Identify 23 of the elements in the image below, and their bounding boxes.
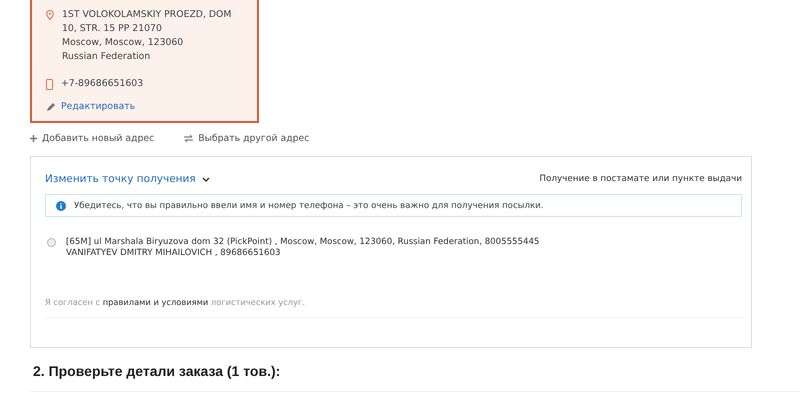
terms-text: Я согласен с правилами и условиями логистических услуг.	[45, 297, 742, 318]
phone-number: +7-89686651603	[61, 77, 144, 91]
pencil-icon	[46, 103, 55, 112]
phone-icon	[46, 79, 53, 90]
address-card[interactable]: 1ST VOLOKOLAMSKIY PROEZD, DOM 10, STR. 15 PP 21070 Moscow, Moscow, 123060 Russian Federation +7-89686651603 Редактировать	[30, 0, 259, 123]
location-pin-icon	[46, 10, 54, 20]
address-line: Russian Federation	[62, 50, 152, 64]
radio-button[interactable]	[47, 238, 56, 247]
swap-icon	[184, 134, 194, 142]
choose-address-link[interactable]: Выбрать другой адрес	[184, 132, 310, 144]
edit-link[interactable]: Редактировать	[61, 101, 136, 112]
change-pickup-link[interactable]: Изменить точку получения	[45, 173, 210, 185]
address-line: 1ST VOLOKOLAMSKIY PROEZD, DOM 10, STR. 15 PP 21070	[62, 8, 232, 36]
chevron-down-icon	[202, 176, 210, 182]
pickup-address-line: [65M] ul Marshala Biryuzova dom 32 (PickPoint) , Moscow, Moscow, 123060, Russian Federation, 8005555445	[66, 237, 540, 248]
add-address-link[interactable]: Добавить новый адрес	[30, 132, 154, 144]
address-line: Moscow, Moscow, 123060	[62, 36, 184, 50]
plus-icon	[30, 134, 37, 142]
delivery-type: Получение в постамате или пункте выдачи	[539, 174, 742, 184]
pickup-address-line: VANIFATYEV DMITRY MIHAILOVICH , 89686651603	[66, 248, 282, 259]
section-heading: 2. Проверьте детали заказа (1 тов.):	[33, 363, 282, 379]
info-icon	[56, 200, 66, 210]
notice-text: Убедитесь, что вы правильно ввели имя и номер телефона – это очень важно для получения посылки.	[74, 200, 544, 210]
